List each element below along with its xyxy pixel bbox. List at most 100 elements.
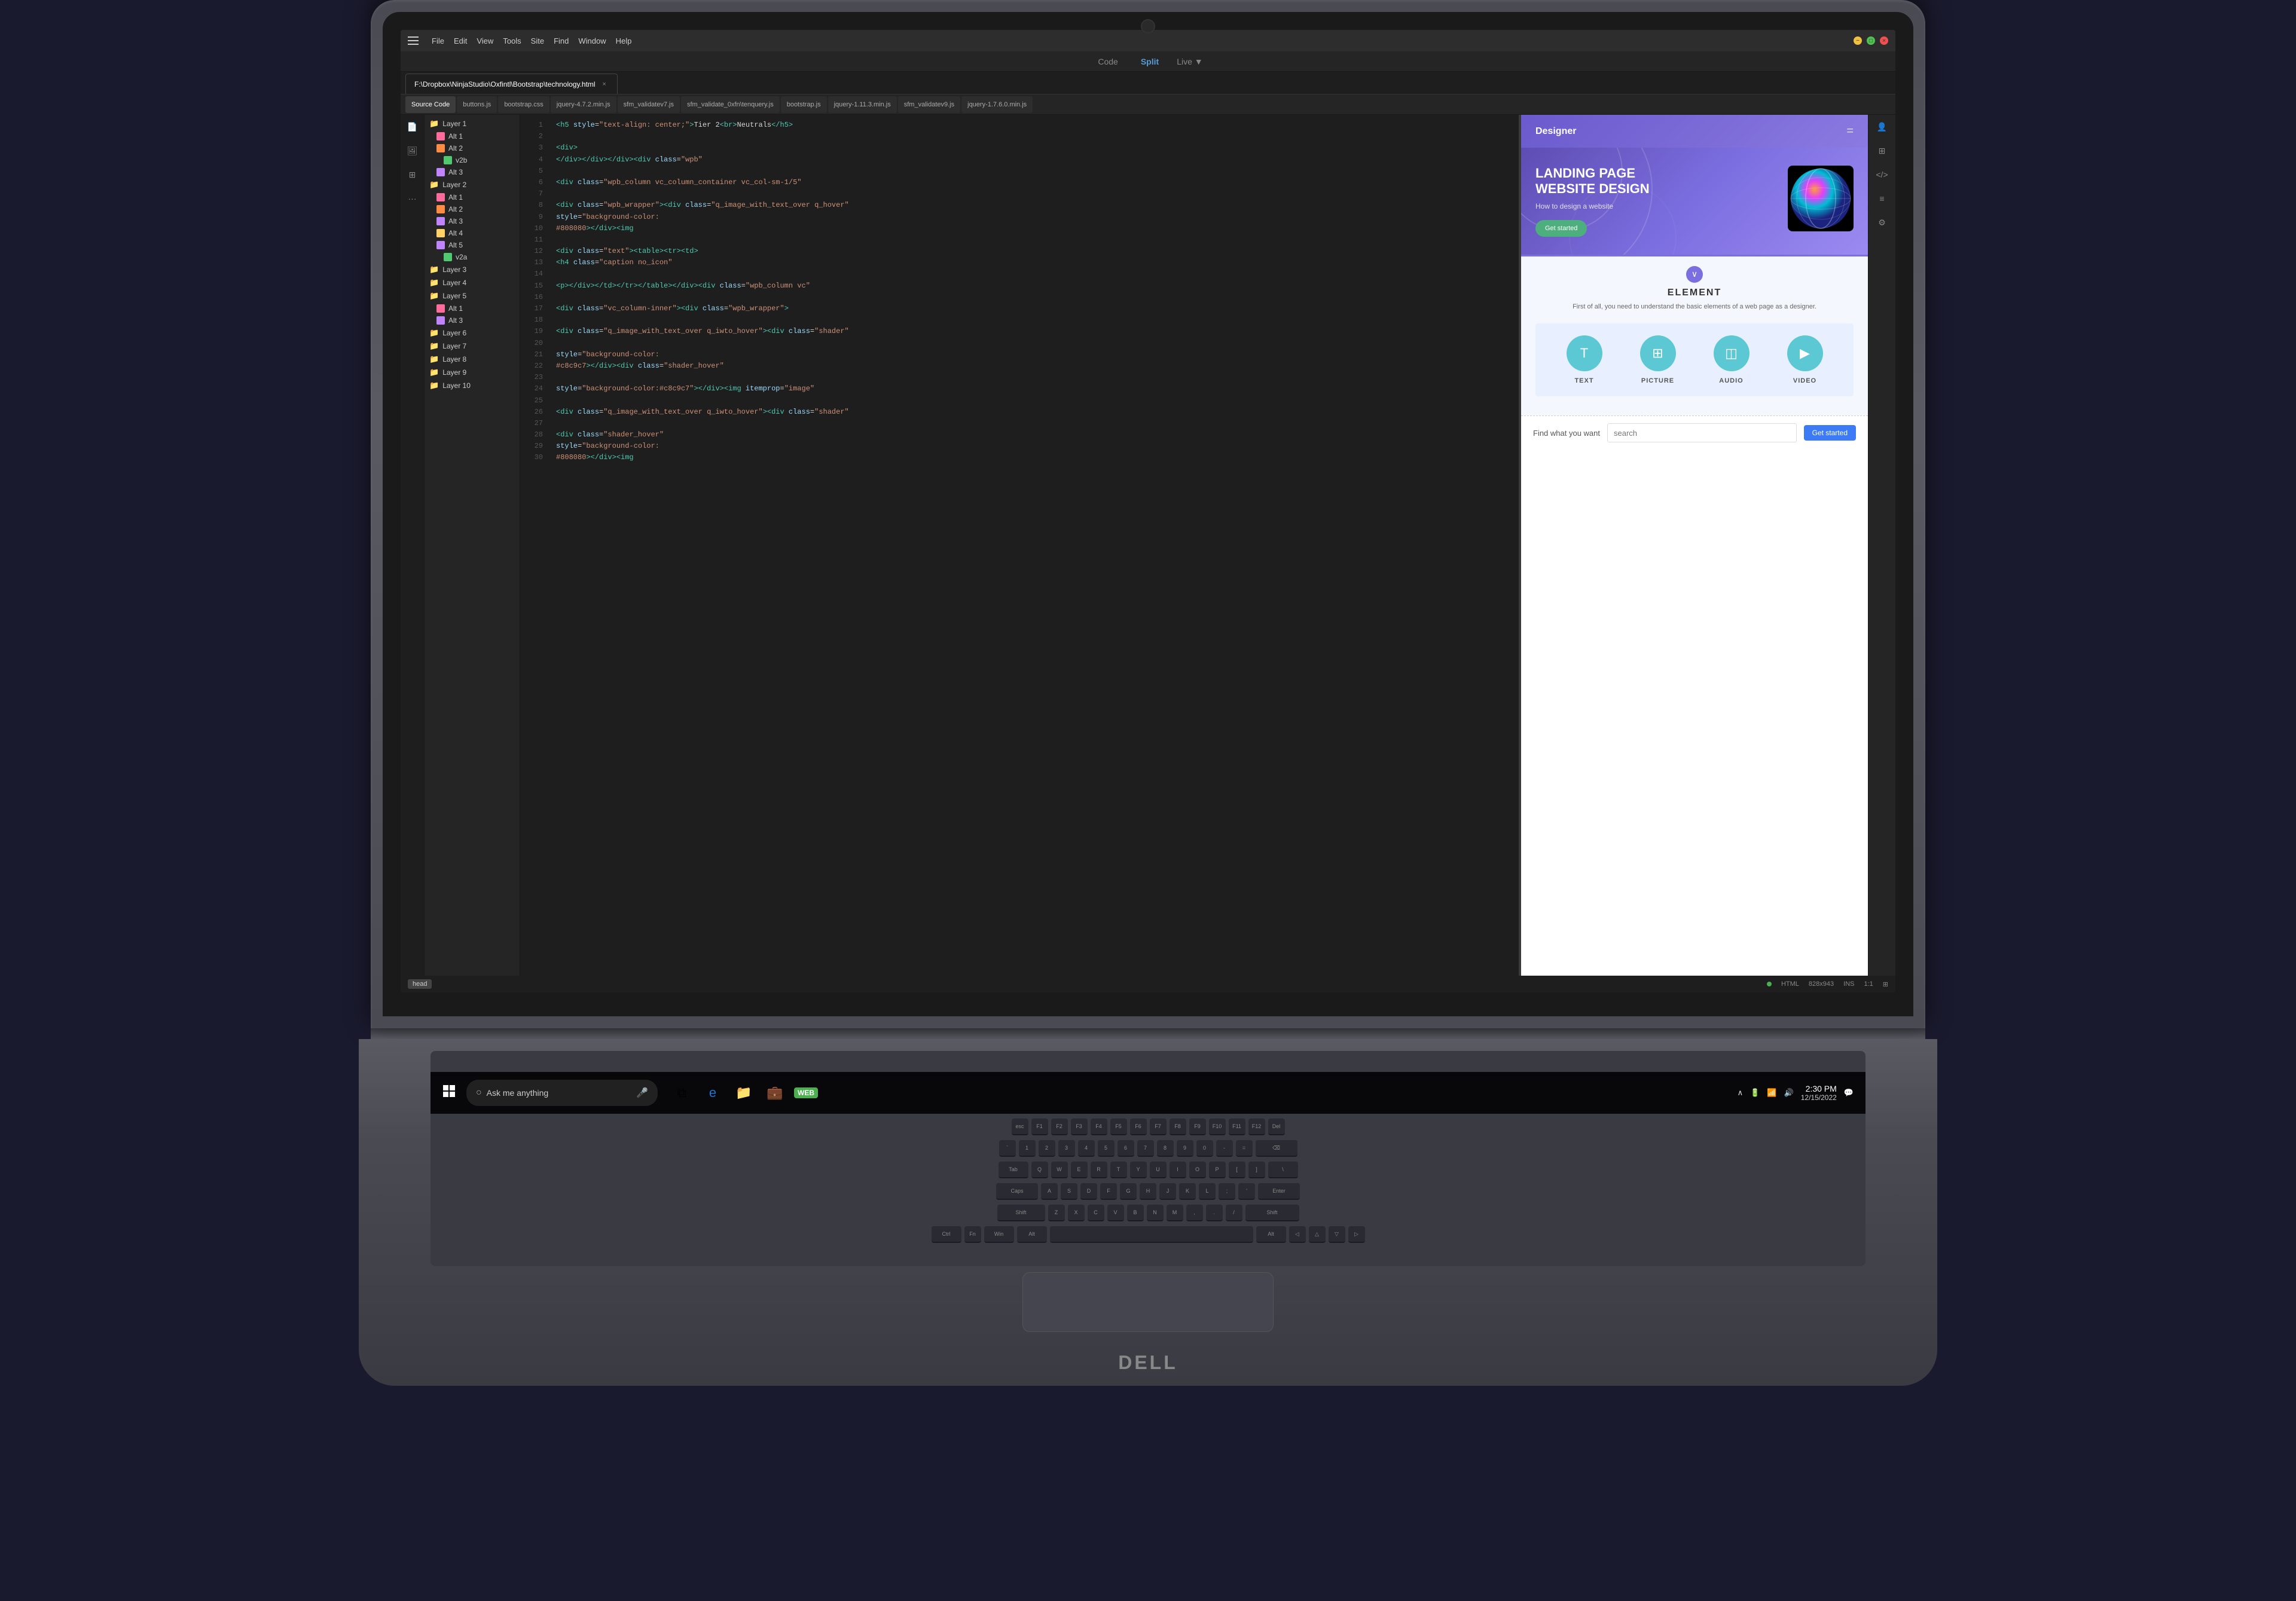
- key-7[interactable]: 7: [1137, 1140, 1154, 1157]
- key-6[interactable]: 6: [1118, 1140, 1134, 1157]
- key-enter[interactable]: Enter: [1258, 1183, 1300, 1200]
- key-5[interactable]: 5: [1098, 1140, 1115, 1157]
- right-icon-grid[interactable]: ⊞: [1874, 142, 1891, 159]
- notification-icon[interactable]: 💬: [1844, 1088, 1854, 1098]
- key-f11[interactable]: F11: [1229, 1119, 1245, 1135]
- panel-icon-layers[interactable]: ⊞: [404, 166, 421, 183]
- layer-item-l2-alt3[interactable]: Alt 3: [425, 215, 520, 227]
- key-t[interactable]: T: [1110, 1162, 1127, 1178]
- key-q[interactable]: Q: [1031, 1162, 1048, 1178]
- tray-up-icon[interactable]: ∧: [1738, 1088, 1744, 1098]
- menu-file[interactable]: File: [428, 35, 448, 47]
- hamburger-menu-icon[interactable]: [408, 36, 419, 45]
- layer-item-v2b[interactable]: v2b: [425, 154, 520, 166]
- panel-icon-file[interactable]: 📄: [404, 118, 421, 135]
- key-k[interactable]: K: [1179, 1183, 1196, 1200]
- key-a[interactable]: A: [1041, 1183, 1058, 1200]
- menu-edit[interactable]: Edit: [450, 35, 471, 47]
- right-icon-code[interactable]: </>: [1874, 166, 1891, 183]
- key-u[interactable]: U: [1150, 1162, 1167, 1178]
- search-input[interactable]: [1607, 423, 1797, 442]
- key-esc[interactable]: esc: [1012, 1119, 1028, 1135]
- key-h[interactable]: H: [1140, 1183, 1156, 1200]
- key-ctrl[interactable]: Ctrl: [932, 1226, 961, 1243]
- layer-item-l2-alt2[interactable]: Alt 2: [425, 203, 520, 215]
- right-icon-layers[interactable]: ≡: [1874, 190, 1891, 207]
- key-caps[interactable]: Caps: [996, 1183, 1038, 1200]
- key-f7[interactable]: F7: [1150, 1119, 1167, 1135]
- layer-item-layer4[interactable]: 📁 Layer 4: [425, 276, 520, 289]
- key-f3[interactable]: F3: [1071, 1119, 1088, 1135]
- layer-item-v2a[interactable]: v2a: [425, 251, 520, 263]
- key-d[interactable]: D: [1080, 1183, 1097, 1200]
- key-rshift[interactable]: Shift: [1245, 1205, 1299, 1221]
- key-1[interactable]: 1: [1019, 1140, 1036, 1157]
- key-f2[interactable]: F2: [1051, 1119, 1068, 1135]
- key-4[interactable]: 4: [1078, 1140, 1095, 1157]
- right-icon-settings[interactable]: ⚙: [1874, 214, 1891, 231]
- key-f8[interactable]: F8: [1170, 1119, 1186, 1135]
- file-tab-jquery3[interactable]: jquery-1.7.6.0.min.js: [961, 96, 1033, 113]
- chevron-circle[interactable]: ∨: [1686, 266, 1703, 283]
- key-f9[interactable]: F9: [1189, 1119, 1206, 1135]
- file-tab-sfm7[interactable]: sfm_validatev7.js: [618, 96, 680, 113]
- menu-site[interactable]: Site: [527, 35, 548, 47]
- key-r[interactable]: R: [1091, 1162, 1107, 1178]
- layer-item-l2-alt4[interactable]: Alt 4: [425, 227, 520, 239]
- layer-item-layer10[interactable]: 📁 Layer 10: [425, 379, 520, 392]
- layer-item-layer5[interactable]: 📁 Layer 5: [425, 289, 520, 303]
- key-v[interactable]: V: [1107, 1205, 1124, 1221]
- minimize-button[interactable]: −: [1854, 36, 1862, 45]
- key-period[interactable]: .: [1206, 1205, 1223, 1221]
- menu-help[interactable]: Help: [612, 35, 636, 47]
- key-f6[interactable]: F6: [1130, 1119, 1147, 1135]
- key-9[interactable]: 9: [1177, 1140, 1193, 1157]
- key-lshift[interactable]: Shift: [997, 1205, 1045, 1221]
- key-m[interactable]: M: [1167, 1205, 1183, 1221]
- file-tab-buttons[interactable]: buttons.js: [457, 96, 497, 113]
- key-8[interactable]: 8: [1157, 1140, 1174, 1157]
- key-c[interactable]: C: [1088, 1205, 1104, 1221]
- code-editor[interactable]: 12345678910 11121314151617181920 2122232…: [520, 115, 1519, 976]
- layer-item-layer3[interactable]: 📁 Layer 3: [425, 263, 520, 276]
- volume-icon[interactable]: 🔊: [1784, 1088, 1794, 1098]
- key-backslash[interactable]: \: [1268, 1162, 1298, 1178]
- key-y[interactable]: Y: [1130, 1162, 1147, 1178]
- status-grid-icon[interactable]: ⊞: [1883, 980, 1888, 988]
- key-x[interactable]: X: [1068, 1205, 1085, 1221]
- key-f[interactable]: F: [1100, 1183, 1117, 1200]
- layer-item-layer6[interactable]: 📁 Layer 6: [425, 326, 520, 340]
- key-b[interactable]: B: [1127, 1205, 1144, 1221]
- view-mode-split[interactable]: Split: [1141, 57, 1159, 66]
- key-win[interactable]: Win: [984, 1226, 1014, 1243]
- key-alt[interactable]: Alt: [1017, 1226, 1047, 1243]
- menu-tools[interactable]: Tools: [499, 35, 524, 47]
- key-space[interactable]: [1050, 1226, 1253, 1243]
- code-text[interactable]: <h5 style="text-align: center;">Tier 2<b…: [549, 115, 1519, 976]
- key-down[interactable]: ▽: [1329, 1226, 1345, 1243]
- key-comma[interactable]: ,: [1186, 1205, 1203, 1221]
- key-g[interactable]: G: [1120, 1183, 1137, 1200]
- microphone-icon[interactable]: 🎤: [636, 1087, 648, 1099]
- file-tab-sfm-validate[interactable]: sfm_validate_0xfn\tenquery.js: [681, 96, 780, 113]
- menu-view[interactable]: View: [473, 35, 497, 47]
- file-tab-jquery[interactable]: jquery-4.7.2.min.js: [551, 96, 616, 113]
- view-mode-code[interactable]: Code: [1093, 54, 1122, 69]
- key-del[interactable]: Del: [1268, 1119, 1285, 1135]
- panel-icon-assets[interactable]: 🖼: [404, 142, 421, 159]
- taskbar-store-icon[interactable]: 💼: [764, 1082, 786, 1104]
- taskbar-task-view[interactable]: ⧉: [671, 1082, 692, 1104]
- key-alt-r[interactable]: Alt: [1256, 1226, 1286, 1243]
- close-button[interactable]: ×: [1880, 36, 1888, 45]
- taskbar-web-icon[interactable]: WEB: [795, 1082, 817, 1104]
- layer-item-layer1[interactable]: 📁 Layer 1: [425, 117, 520, 130]
- file-tab-sfm9[interactable]: sfm_validatev9.js: [898, 96, 960, 113]
- start-button[interactable]: [442, 1084, 456, 1101]
- key-w[interactable]: W: [1051, 1162, 1068, 1178]
- taskbar-search-box[interactable]: ○ Ask me anything 🎤: [466, 1080, 658, 1106]
- layer-item-layer2[interactable]: 📁 Layer 2: [425, 178, 520, 191]
- key-backtick[interactable]: `: [999, 1140, 1016, 1157]
- designer-menu-icon[interactable]: =: [1846, 124, 1854, 138]
- file-tab-jquery2[interactable]: jquery-1.11.3.min.js: [828, 96, 897, 113]
- active-file-tab[interactable]: F:\Dropbox\NinjaStudio\Oxfintl\Bootstrap…: [405, 74, 618, 94]
